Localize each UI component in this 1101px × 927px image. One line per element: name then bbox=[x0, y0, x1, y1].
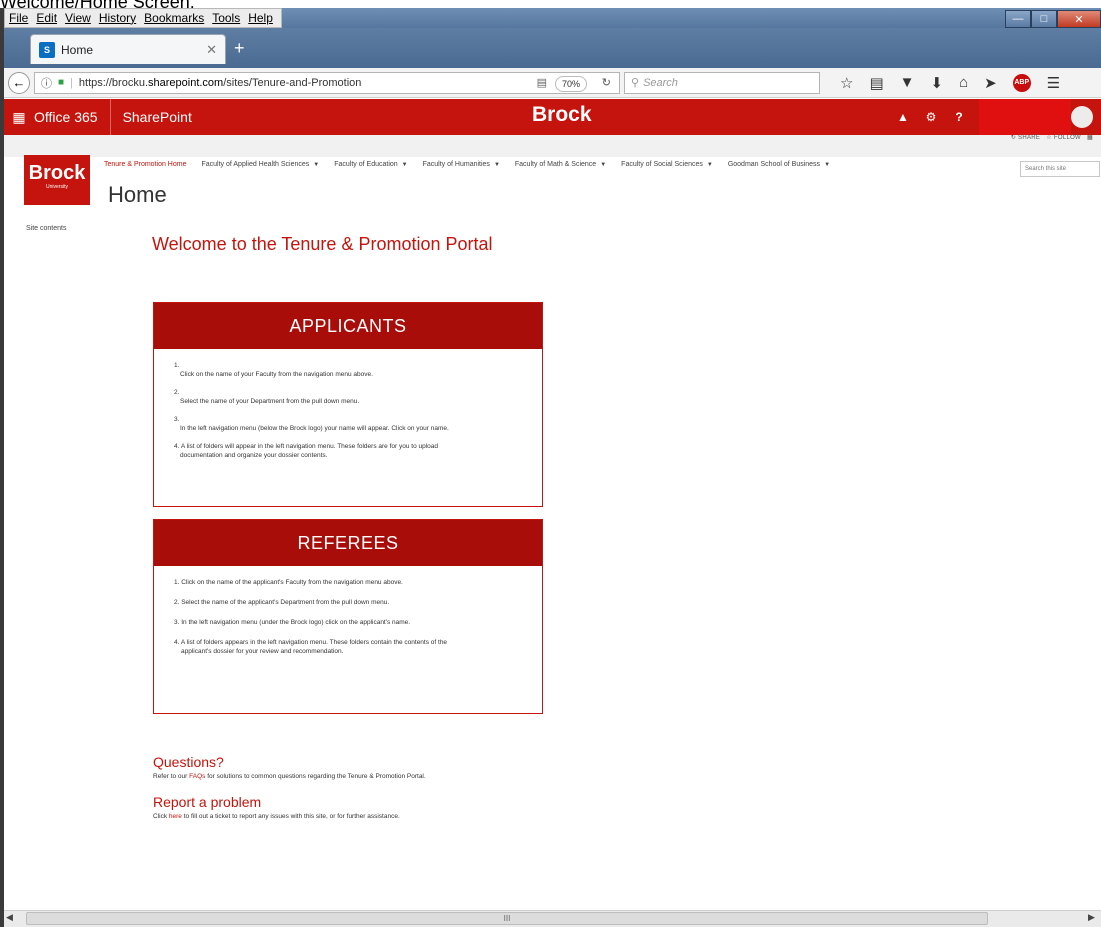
report-here-link[interactable]: here bbox=[169, 813, 182, 820]
star-icon: ☆ bbox=[1046, 135, 1052, 141]
nav-goodman-business[interactable]: Goodman School of Business ▼ bbox=[728, 161, 830, 168]
avatar[interactable] bbox=[1071, 106, 1093, 128]
referee-step-3: 3. In the left navigation menu (under th… bbox=[174, 619, 411, 626]
reading-list-icon[interactable]: ▤ bbox=[869, 74, 883, 92]
nav-faculty-applied-health[interactable]: Faculty of Applied Health Sciences ▼ bbox=[201, 161, 319, 168]
toolbar-icons: ☆ ▤ ▼ ⬇ ⌂ ➤ ABP ☰ bbox=[840, 73, 1060, 92]
menu-help[interactable]: Help bbox=[248, 11, 273, 25]
nav-home[interactable]: Tenure & Promotion Home bbox=[104, 161, 186, 168]
referees-heading: REFEREES bbox=[154, 520, 542, 566]
nav-faculty-social-sciences[interactable]: Faculty of Social Sciences ▼ bbox=[621, 161, 713, 168]
applicant-step-4: 4. A list of folders will appear in the … bbox=[174, 443, 439, 459]
close-window-button[interactable]: ✕ bbox=[1057, 10, 1101, 28]
applicants-heading: APPLICANTS bbox=[154, 303, 542, 349]
close-tab-icon[interactable]: ✕ bbox=[206, 42, 217, 58]
chevron-down-icon: ▼ bbox=[313, 162, 320, 168]
download-icon[interactable]: ⬇ bbox=[931, 74, 944, 92]
follow-button[interactable]: ☆ FOLLOW bbox=[1046, 134, 1081, 141]
welcome-heading: Welcome to the Tenure & Promotion Portal bbox=[152, 234, 493, 254]
page-actions-strip bbox=[4, 135, 1101, 157]
lock-icon: ■ bbox=[58, 77, 65, 88]
notification-bell-icon[interactable]: ▲ bbox=[889, 110, 917, 124]
share-button[interactable]: ↻ SHARE bbox=[1011, 134, 1040, 141]
tab-title: Home bbox=[61, 42, 94, 57]
home-icon[interactable]: ⌂ bbox=[959, 74, 968, 91]
url-bar[interactable]: ⓘ ■ | https://brocku.sharepoint.com/site… bbox=[34, 71, 620, 94]
left-nav-site-contents[interactable]: Site contents bbox=[26, 225, 66, 232]
new-tab-button[interactable]: + bbox=[234, 38, 245, 59]
nav-faculty-humanities[interactable]: Faculty of Humanities ▼ bbox=[423, 161, 500, 168]
zoom-level-badge[interactable]: 70% bbox=[554, 75, 587, 92]
referees-panel: REFEREES 1. Click on the name of the app… bbox=[153, 519, 543, 714]
info-icon[interactable]: ⓘ bbox=[41, 75, 52, 91]
menu-view[interactable]: View bbox=[65, 11, 91, 25]
applicant-step-1: 1. Click on the name of your Faculty from… bbox=[174, 362, 373, 378]
chevron-down-icon: ▼ bbox=[824, 162, 831, 168]
bookmark-star-icon[interactable]: ☆ bbox=[840, 74, 853, 92]
office365-suite-bar: ▦ Office 365 SharePoint Brock ▲ ⚙ ? bbox=[4, 99, 1101, 145]
search-icon: ⚲ bbox=[631, 77, 640, 89]
questions-heading: Questions? bbox=[153, 754, 224, 770]
browser-tab-home[interactable]: S Home ✕ bbox=[30, 34, 226, 64]
site-search-input[interactable]: Search this site bbox=[1020, 161, 1100, 177]
faqs-link[interactable]: FAQs bbox=[189, 773, 205, 780]
menu-bookmarks[interactable]: Bookmarks bbox=[144, 11, 204, 25]
sharepoint-link[interactable]: SharePoint bbox=[123, 109, 192, 125]
window-controls: — □ ✕ bbox=[1005, 10, 1101, 28]
top-navigation: Tenure & Promotion Home Faculty of Appli… bbox=[104, 161, 830, 168]
menu-history[interactable]: History bbox=[99, 11, 136, 25]
send-icon[interactable]: ➤ bbox=[984, 74, 997, 92]
page-title: Home bbox=[108, 182, 167, 207]
url-text: https://brocku.sharepoint.com/sites/Tenu… bbox=[78, 76, 362, 89]
nav-faculty-education[interactable]: Faculty of Education ▼ bbox=[334, 161, 407, 168]
referee-step-1: 1. Click on the name of the applicant's … bbox=[174, 579, 403, 586]
focus-content-icon[interactable]: ▦ bbox=[1087, 134, 1093, 141]
chevron-down-icon: ▼ bbox=[401, 162, 408, 168]
menu-tools[interactable]: Tools bbox=[212, 11, 240, 25]
referee-step-2: 2. Select the name of the applicant's De… bbox=[174, 599, 390, 606]
applicant-step-3: 3. In the left navigation menu (below the… bbox=[174, 416, 449, 432]
help-icon[interactable]: ? bbox=[945, 110, 973, 124]
nav-faculty-math-science[interactable]: Faculty of Math & Science ▼ bbox=[515, 161, 606, 168]
share-icon: ↻ bbox=[1010, 135, 1017, 141]
scrollbar-thumb[interactable]: III bbox=[26, 912, 988, 925]
page-actions: ↻ SHARE ☆ FOLLOW ▦ bbox=[1011, 134, 1093, 141]
maximize-button[interactable]: □ bbox=[1031, 10, 1057, 28]
scroll-left-icon[interactable]: ◀ bbox=[6, 912, 13, 923]
menu-file[interactable]: File bbox=[9, 11, 28, 25]
applicants-panel: APPLICANTS 1. Click on the name of your F… bbox=[153, 302, 543, 507]
minimize-button[interactable]: — bbox=[1005, 10, 1031, 28]
report-problem-text: Click here to fill out a ticket to repor… bbox=[153, 813, 400, 820]
browser-search-input[interactable]: ⚲ Search bbox=[624, 71, 820, 94]
chevron-down-icon: ▼ bbox=[706, 162, 713, 168]
chevron-down-icon: ▼ bbox=[493, 162, 500, 168]
reader-view-icon[interactable]: ▤ bbox=[537, 76, 547, 89]
brock-university-logo[interactable]: Brock University bbox=[24, 155, 90, 205]
reload-icon[interactable]: ↻ bbox=[602, 76, 611, 89]
brock-brand-title: Brock bbox=[532, 103, 592, 126]
navigation-toolbar: ← ⓘ ■ | https://brocku.sharepoint.com/si… bbox=[4, 68, 1101, 98]
menu-bar: File Edit View History Bookmarks Tools Help bbox=[4, 8, 282, 28]
hamburger-menu-icon[interactable]: ☰ bbox=[1047, 74, 1060, 92]
scroll-right-icon[interactable]: ▶ bbox=[1088, 912, 1095, 923]
report-problem-heading: Report a problem bbox=[153, 794, 262, 810]
questions-text: Refer to our FAQs for solutions to commo… bbox=[153, 773, 426, 780]
pocket-icon[interactable]: ▼ bbox=[900, 74, 915, 91]
referee-step-4: 4. A list of folders appears in the left… bbox=[174, 639, 448, 655]
suite-bar-right: ▲ ⚙ ? bbox=[889, 99, 1101, 145]
chevron-down-icon: ▼ bbox=[600, 162, 607, 168]
adblock-icon[interactable]: ABP bbox=[1012, 73, 1031, 92]
settings-gear-icon[interactable]: ⚙ bbox=[917, 110, 945, 124]
menu-edit[interactable]: Edit bbox=[36, 11, 57, 25]
applicant-step-2: 2. Select the name of your Department fro… bbox=[174, 389, 360, 405]
app-launcher-icon[interactable]: ▦ bbox=[4, 109, 34, 126]
office365-link[interactable]: Office 365 bbox=[34, 109, 98, 125]
back-button[interactable]: ← bbox=[8, 71, 30, 94]
sharepoint-favicon-icon: S bbox=[39, 41, 55, 58]
